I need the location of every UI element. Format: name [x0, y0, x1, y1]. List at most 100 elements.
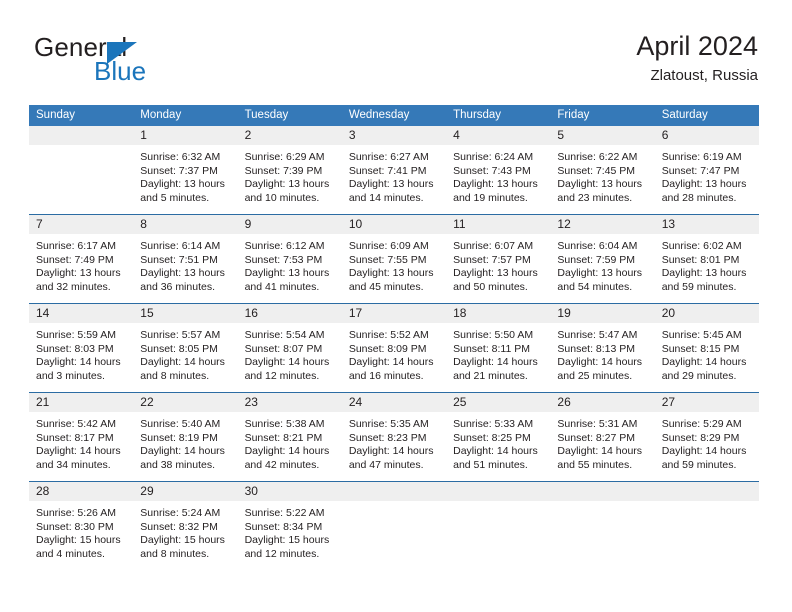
calendar-week-row: 7 Sunrise: 6:17 AM Sunset: 7:49 PM Daylight…	[29, 214, 759, 304]
calendar-week-row: 1 Sunrise: 6:32 AM Sunset: 7:37 PM Daylight…	[29, 126, 759, 215]
calendar-day-cell[interactable]: 21 Sunrise: 5:42 AM Sunset: 8:17 PM Dayligh…	[29, 392, 134, 482]
day-cell-content	[550, 482, 655, 570]
page-title: April 2024	[636, 31, 758, 61]
day-cell-content: 28 Sunrise: 5:26 AM Sunset: 8:30 PM Dayligh…	[29, 482, 134, 570]
day-cell-content: 15 Sunrise: 5:57 AM Sunset: 8:05 PM Dayligh…	[133, 304, 238, 392]
calendar-day-cell[interactable]: 23 Sunrise: 5:38 AM Sunset: 8:21 PM Dayligh…	[237, 392, 342, 482]
calendar-day-cell[interactable]: 6 Sunrise: 6:19 AM Sunset: 7:47 PM Daylight…	[654, 126, 759, 215]
weekday-header-row: Sunday Monday Tuesday Wednesday Thursday…	[29, 105, 759, 126]
sunrise-time: Sunrise: 5:52 AM	[348, 329, 429, 341]
calendar-day-cell[interactable]: 17 Sunrise: 5:52 AM Sunset: 8:09 PM Dayligh…	[341, 303, 447, 393]
day-cell-content: 3 Sunrise: 6:27 AM Sunset: 7:41 PM Daylight…	[341, 126, 447, 214]
day-cell-content: 29 Sunrise: 5:24 AM Sunset: 8:32 PM Dayligh…	[133, 482, 238, 570]
day-sun-info: Sunrise: 5:26 AM Sunset: 8:30 PM Daylight:…	[29, 501, 133, 561]
sunrise-time: Sunrise: 6:24 AM	[453, 151, 534, 163]
daylight-duration-line2: and 54 minutes.	[557, 280, 633, 293]
daylight-duration-line2: and 12 minutes.	[244, 369, 320, 382]
calendar-week-row: 28 Sunrise: 5:26 AM Sunset: 8:30 PM Dayligh…	[29, 481, 759, 570]
calendar-day-cell[interactable]: 15 Sunrise: 5:57 AM Sunset: 8:05 PM Dayligh…	[133, 303, 238, 393]
sunset-time: Sunset: 7:59 PM	[557, 253, 636, 266]
daylight-duration-line1: Daylight: 13 hours	[557, 178, 643, 191]
sunrise-time: Sunrise: 5:45 AM	[661, 329, 742, 341]
calendar-day-cell[interactable]: 4 Sunrise: 6:24 AM Sunset: 7:43 PM Daylight…	[446, 126, 551, 215]
day-cell-content: 27 Sunrise: 5:29 AM Sunset: 8:29 PM Dayligh…	[654, 393, 759, 481]
sunrise-time: Sunrise: 6:19 AM	[661, 151, 742, 163]
calendar-day-cell[interactable]: 11 Sunrise: 6:07 AM Sunset: 7:57 PM Dayligh…	[446, 214, 551, 304]
day-sun-info: Sunrise: 6:22 AM Sunset: 7:45 PM Daylight:…	[550, 145, 654, 205]
daylight-duration-line2: and 32 minutes.	[36, 280, 111, 293]
day-cell-content	[654, 482, 759, 570]
calendar-day-cell[interactable]: 20 Sunrise: 5:45 AM Sunset: 8:15 PM Dayligh…	[654, 303, 759, 393]
sunrise-time: Sunrise: 6:27 AM	[348, 151, 429, 163]
calendar-day-cell[interactable]: 12 Sunrise: 6:04 AM Sunset: 7:59 PM Dayligh…	[550, 214, 655, 304]
day-sun-info: Sunrise: 6:04 AM Sunset: 7:59 PM Daylight:…	[550, 234, 654, 294]
daylight-duration-line2: and 51 minutes.	[453, 458, 528, 471]
daylight-duration-line1: Daylight: 13 hours	[244, 267, 330, 280]
day-number: 21	[29, 393, 134, 412]
calendar-day-cell[interactable]: 16 Sunrise: 5:54 AM Sunset: 8:07 PM Dayligh…	[237, 303, 342, 393]
day-cell-content: 18 Sunrise: 5:50 AM Sunset: 8:11 PM Dayligh…	[446, 304, 551, 392]
day-sun-info: Sunrise: 6:09 AM Sunset: 7:55 PM Daylight:…	[342, 234, 446, 294]
daylight-duration-line2: and 29 minutes.	[661, 369, 737, 382]
daylight-duration-line1: Daylight: 14 hours	[36, 356, 121, 369]
sunrise-time: Sunrise: 5:38 AM	[244, 418, 325, 430]
calendar-day-cell[interactable]: 26 Sunrise: 5:31 AM Sunset: 8:27 PM Dayligh…	[550, 392, 655, 482]
day-cell-content	[446, 482, 551, 570]
day-number: 16	[237, 304, 342, 323]
calendar-week-row: 14 Sunrise: 5:59 AM Sunset: 8:03 PM Dayligh…	[29, 303, 759, 393]
calendar-day-cell[interactable]: 3 Sunrise: 6:27 AM Sunset: 7:41 PM Daylight…	[341, 126, 447, 215]
calendar-day-cell[interactable]: 10 Sunrise: 6:09 AM Sunset: 7:55 PM Dayligh…	[341, 214, 447, 304]
day-sun-info: Sunrise: 6:07 AM Sunset: 7:57 PM Daylight:…	[446, 234, 550, 294]
sunset-time: Sunset: 7:57 PM	[453, 253, 531, 266]
day-cell-content	[341, 482, 447, 570]
page-header: General Blue April 2024 Zlatoust, Russia	[34, 30, 758, 98]
calendar-header: Sunday Monday Tuesday Wednesday Thursday…	[29, 105, 759, 126]
daylight-duration-line1: Daylight: 14 hours	[348, 445, 434, 458]
day-number: 30	[237, 482, 342, 501]
daylight-duration-line2: and 5 minutes.	[140, 191, 210, 204]
calendar-day-cell[interactable]: 13 Sunrise: 6:02 AM Sunset: 8:01 PM Dayligh…	[654, 214, 759, 304]
calendar-day-cell[interactable]: 18 Sunrise: 5:50 AM Sunset: 8:11 PM Dayligh…	[446, 303, 551, 393]
sunset-time: Sunset: 8:30 PM	[36, 520, 114, 533]
sunrise-time: Sunrise: 6:29 AM	[244, 151, 325, 163]
daylight-duration-line2: and 19 minutes.	[453, 191, 528, 204]
day-cell-content: 6 Sunrise: 6:19 AM Sunset: 7:47 PM Daylight…	[654, 126, 759, 214]
calendar-day-cell-empty	[550, 481, 655, 570]
weekday-header-tuesday: Tuesday	[237, 105, 342, 126]
day-cell-content: 22 Sunrise: 5:40 AM Sunset: 8:19 PM Dayligh…	[133, 393, 238, 481]
day-number: 4	[446, 126, 551, 145]
day-number: 25	[446, 393, 551, 412]
calendar-day-cell[interactable]: 8 Sunrise: 6:14 AM Sunset: 7:51 PM Daylight…	[133, 214, 238, 304]
day-number	[550, 482, 655, 501]
weekday-header-monday: Monday	[133, 105, 238, 126]
sunrise-time: Sunrise: 6:32 AM	[140, 151, 221, 163]
daylight-duration-line1: Daylight: 15 hours	[244, 534, 330, 547]
calendar-day-cell[interactable]: 7 Sunrise: 6:17 AM Sunset: 7:49 PM Daylight…	[29, 214, 134, 304]
daylight-duration-line1: Daylight: 13 hours	[348, 178, 434, 191]
calendar-day-cell[interactable]: 1 Sunrise: 6:32 AM Sunset: 7:37 PM Daylight…	[133, 126, 238, 215]
day-number: 1	[133, 126, 238, 145]
calendar-day-cell[interactable]: 29 Sunrise: 5:24 AM Sunset: 8:32 PM Dayligh…	[133, 481, 238, 570]
calendar-day-cell[interactable]: 19 Sunrise: 5:47 AM Sunset: 8:13 PM Dayligh…	[550, 303, 655, 393]
day-cell-content: 9 Sunrise: 6:12 AM Sunset: 7:53 PM Daylight…	[237, 215, 342, 303]
day-cell-content: 14 Sunrise: 5:59 AM Sunset: 8:03 PM Dayligh…	[29, 304, 134, 392]
calendar-day-cell[interactable]: 9 Sunrise: 6:12 AM Sunset: 7:53 PM Daylight…	[237, 214, 342, 304]
calendar-day-cell[interactable]: 22 Sunrise: 5:40 AM Sunset: 8:19 PM Dayligh…	[133, 392, 238, 482]
weekday-header-saturday: Saturday	[654, 105, 759, 126]
calendar-day-cell[interactable]: 28 Sunrise: 5:26 AM Sunset: 8:30 PM Dayligh…	[29, 481, 134, 570]
calendar-day-cell[interactable]: 5 Sunrise: 6:22 AM Sunset: 7:45 PM Daylight…	[550, 126, 655, 215]
day-sun-info: Sunrise: 5:31 AM Sunset: 8:27 PM Daylight:…	[550, 412, 654, 472]
daylight-duration-line1: Daylight: 14 hours	[244, 356, 330, 369]
calendar-day-cell[interactable]: 27 Sunrise: 5:29 AM Sunset: 8:29 PM Dayligh…	[654, 392, 759, 482]
calendar-day-cell[interactable]: 14 Sunrise: 5:59 AM Sunset: 8:03 PM Dayligh…	[29, 303, 134, 393]
calendar-day-cell[interactable]: 24 Sunrise: 5:35 AM Sunset: 8:23 PM Dayligh…	[341, 392, 447, 482]
calendar-day-cell[interactable]: 2 Sunrise: 6:29 AM Sunset: 7:39 PM Daylight…	[237, 126, 342, 215]
day-cell-content: 17 Sunrise: 5:52 AM Sunset: 8:09 PM Dayligh…	[341, 304, 447, 392]
sunrise-time: Sunrise: 5:59 AM	[36, 329, 116, 341]
day-sun-info: Sunrise: 5:50 AM Sunset: 8:11 PM Daylight:…	[446, 323, 550, 383]
calendar-day-cell[interactable]: 25 Sunrise: 5:33 AM Sunset: 8:25 PM Dayligh…	[446, 392, 551, 482]
calendar-day-cell[interactable]: 30 Sunrise: 5:22 AM Sunset: 8:34 PM Dayligh…	[237, 481, 342, 570]
daylight-duration-line2: and 38 minutes.	[140, 458, 215, 471]
daylight-duration-line2: and 28 minutes.	[661, 191, 737, 204]
sunrise-time: Sunrise: 5:54 AM	[244, 329, 325, 341]
